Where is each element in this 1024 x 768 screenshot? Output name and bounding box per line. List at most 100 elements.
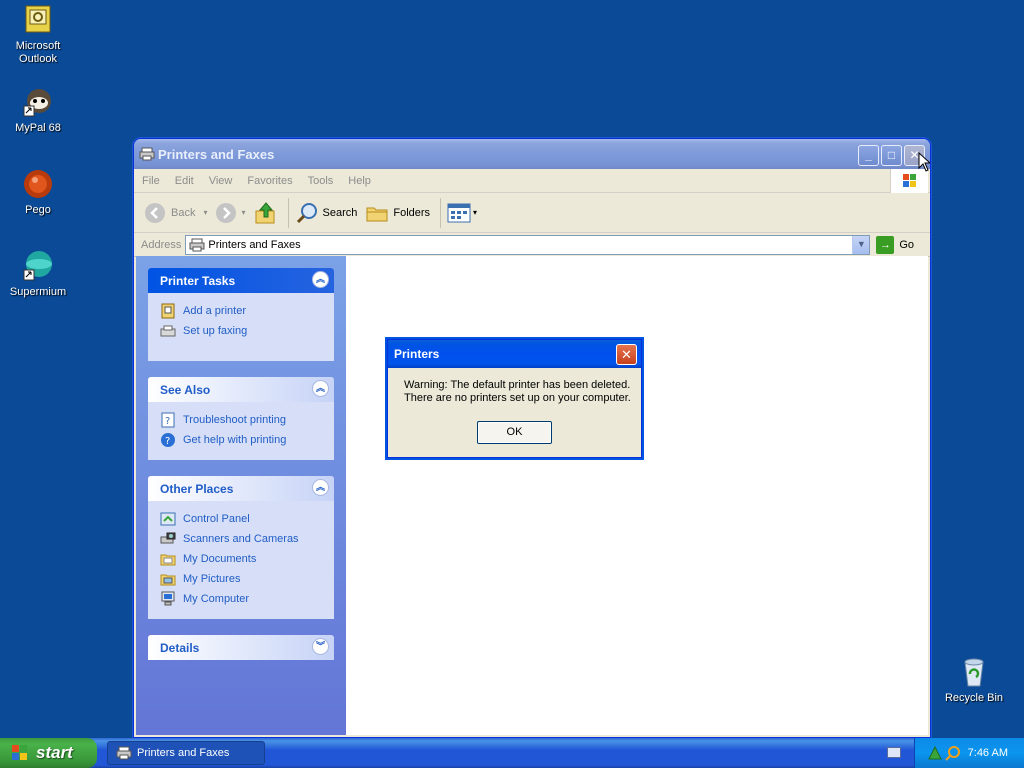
outlook-icon [22, 4, 54, 36]
back-button[interactable]: Back ▾ [144, 202, 207, 224]
collapse-icon[interactable]: ︽ [312, 479, 329, 496]
place-label: Control Panel [183, 513, 250, 525]
add-printer-icon [160, 303, 176, 319]
printer-tasks-group: Printer Tasks ︽ Add a printer Set up fax… [148, 268, 334, 361]
windows-logo-icon [890, 169, 928, 193]
task-label: Get help with printing [183, 434, 287, 446]
desktop-icon-supermium[interactable]: Supermium [0, 250, 76, 299]
mouse-cursor-icon [918, 152, 930, 172]
taskbar-button-label: Printers and Faxes [137, 747, 230, 759]
menu-help[interactable]: Help [348, 175, 371, 187]
desktop-icon-outlook[interactable]: Microsoft Outlook [0, 4, 76, 66]
back-arrow-icon [145, 202, 165, 223]
desktop-icon-recycle-bin[interactable]: Recycle Bin [936, 656, 1012, 705]
scanner-camera-icon [160, 531, 176, 547]
group-title: See Also [160, 383, 211, 397]
desktop-icon-label: Recycle Bin [944, 692, 1004, 704]
desktop-icon-mypal[interactable]: MyPal 68 [0, 86, 76, 135]
up-folder-button[interactable] [254, 201, 278, 225]
menu-edit[interactable]: Edit [175, 175, 194, 187]
network-icon[interactable] [927, 745, 943, 761]
collapse-icon[interactable]: ︽ [312, 380, 329, 397]
go-button[interactable]: → Go [876, 235, 915, 254]
recycle-bin-icon [958, 656, 990, 688]
toolbar-separator [440, 197, 442, 228]
taskbar: start Printers and Faxes 7:46 AM [0, 738, 1024, 768]
details-header[interactable]: Details ︾ [148, 635, 334, 660]
my-documents-icon [160, 551, 176, 567]
place-label: Scanners and Cameras [183, 533, 299, 545]
place-label: My Pictures [183, 573, 241, 585]
fax-icon [160, 323, 176, 339]
control-panel-icon [160, 511, 176, 527]
search-button[interactable]: Search [295, 201, 358, 225]
dialog-message-line: There are no printers set up on your com… [404, 392, 631, 404]
dialog-close-button[interactable]: ✕ [616, 344, 637, 365]
group-title: Printer Tasks [160, 274, 236, 288]
place-label: My Documents [183, 553, 257, 565]
pego-icon [22, 168, 54, 200]
mypal-icon [22, 86, 54, 118]
printers-warning-dialog: Printers ✕ Warning: The default printer … [387, 339, 642, 458]
menu-tools[interactable]: Tools [308, 175, 334, 187]
task-troubleshoot-printing[interactable]: ? Troubleshoot printing [160, 410, 322, 430]
forward-button[interactable]: ▾ [215, 202, 246, 224]
toolbar-separator [287, 197, 289, 228]
place-my-pictures[interactable]: My Pictures [160, 569, 322, 589]
menu-view[interactable]: View [209, 175, 233, 187]
task-add-printer[interactable]: Add a printer [160, 301, 322, 321]
svg-text:?: ? [165, 416, 170, 427]
place-control-panel[interactable]: Control Panel [160, 509, 322, 529]
my-computer-icon [160, 591, 176, 607]
expand-icon[interactable]: ︾ [312, 638, 329, 655]
close-icon: ✕ [621, 347, 632, 362]
place-my-documents[interactable]: My Documents [160, 549, 322, 569]
menu-favorites[interactable]: Favorites [247, 175, 292, 187]
go-label: Go [899, 238, 915, 251]
window-title: Printers and Faxes [158, 147, 275, 162]
task-label: Add a printer [183, 305, 246, 317]
address-field[interactable]: Printers and Faxes ▼ [185, 234, 871, 255]
address-bar: Address Printers and Faxes ▼ → Go [134, 233, 930, 257]
help-book-icon: ? [160, 412, 176, 428]
menu-file[interactable]: File [142, 175, 160, 187]
address-label: Address [141, 238, 182, 251]
task-set-up-faxing[interactable]: Set up faxing [160, 321, 322, 341]
views-button[interactable]: ▾ [447, 202, 477, 224]
other-places-header[interactable]: Other Places ︽ [148, 476, 334, 501]
clock[interactable]: 7:46 AM [968, 747, 1008, 759]
desktop-icon-pego[interactable]: Pego [0, 168, 76, 217]
start-button[interactable]: start [0, 738, 97, 768]
see-also-header[interactable]: See Also ︽ [148, 377, 334, 402]
minimize-button[interactable]: _ [858, 145, 879, 166]
window-titlebar[interactable]: Printers and Faxes _ □ ✕ [134, 139, 930, 169]
desktop-icon-label: Outlook [19, 53, 57, 65]
printer-icon [189, 238, 205, 251]
maximize-button[interactable]: □ [881, 145, 902, 166]
folders-label: Folders [393, 206, 431, 219]
place-my-computer[interactable]: My Computer [160, 589, 322, 609]
printer-list-area[interactable] [346, 256, 928, 735]
keyboard-icon[interactable] [887, 747, 901, 758]
views-icon [447, 203, 471, 222]
address-dropdown-button[interactable]: ▼ [852, 235, 870, 254]
toolbar: Back ▾ ▾ Search Folders ▾ [134, 193, 930, 233]
search-label: Search [322, 206, 358, 219]
system-tray: 7:46 AM [914, 738, 1024, 768]
search-icon[interactable] [945, 745, 961, 761]
search-icon [296, 202, 317, 223]
window-content: Printer Tasks ︽ Add a printer Set up fax… [136, 256, 928, 735]
ok-button[interactable]: OK [477, 421, 552, 444]
collapse-icon[interactable]: ︽ [312, 271, 329, 288]
taskbar-button-printers[interactable]: Printers and Faxes [107, 741, 265, 765]
task-label: Set up faxing [183, 325, 248, 337]
place-scanners-cameras[interactable]: Scanners and Cameras [160, 529, 322, 549]
up-folder-icon [255, 201, 274, 223]
back-label: Back [171, 206, 196, 219]
folders-button[interactable]: Folders [365, 201, 430, 225]
dialog-titlebar[interactable]: Printers ✕ [388, 340, 641, 368]
place-label: My Computer [183, 593, 250, 605]
chevron-down-icon: ▾ [241, 208, 246, 217]
task-get-help-printing[interactable]: ? Get help with printing [160, 430, 322, 450]
printer-tasks-header[interactable]: Printer Tasks ︽ [148, 268, 334, 293]
